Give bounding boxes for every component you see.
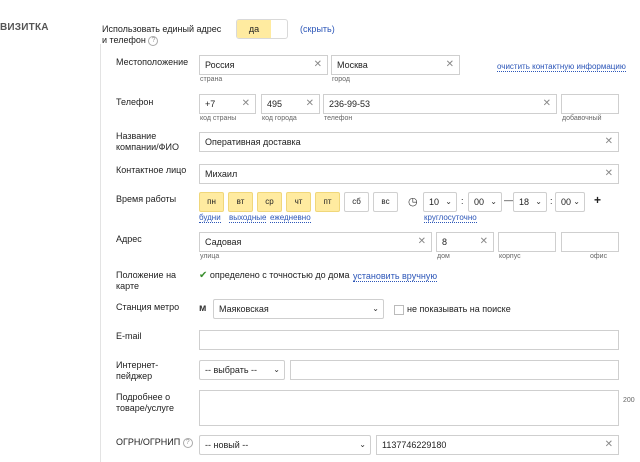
email-field[interactable] (199, 330, 619, 350)
metro-select[interactable]: Маяковская ⌄ (213, 299, 384, 319)
extension-caption: добавочный (562, 115, 602, 122)
extension-field[interactable] (561, 94, 619, 114)
city-field[interactable]: Москва ✕ (331, 55, 460, 75)
hide-link[interactable]: (скрыть) (300, 24, 335, 34)
day-tue-button[interactable]: вт (228, 192, 253, 212)
day-fri-button[interactable]: пт (315, 192, 340, 212)
contact-label: Контактное лицо (116, 165, 187, 175)
hours-label: Время работы (116, 194, 177, 204)
help-icon[interactable]: ? (148, 35, 159, 46)
country-code-field[interactable]: +7 ✕ (199, 94, 256, 114)
map-position-label: Положение на карте (116, 270, 177, 291)
from-hour-select[interactable]: 10 ⌄ (423, 192, 457, 212)
phone-number-caption: телефон (324, 115, 353, 122)
metro-label: Станция метро (116, 302, 180, 312)
ogrn-field[interactable]: 1137746229180 ✕ (376, 435, 619, 455)
company-field[interactable]: Оперативная доставка ✕ (199, 132, 619, 152)
email-label: E-mail (116, 331, 142, 341)
section-divider (100, 44, 101, 462)
details-textarea[interactable] (199, 390, 619, 426)
time-separator: : (461, 196, 464, 206)
set-manually-link[interactable]: установить вручную (353, 271, 438, 282)
building-field[interactable] (498, 232, 556, 252)
details-char-counter: 200 (623, 397, 635, 404)
contact-field[interactable]: Михаил ✕ (199, 164, 619, 184)
building-caption: корпус (499, 253, 521, 260)
messenger-type-select[interactable]: -- выбрать -- ⌄ (199, 360, 285, 380)
clear-icon[interactable]: ✕ (314, 56, 322, 74)
city-caption: город (332, 76, 351, 83)
preset-weekdays-link[interactable]: будни (199, 213, 221, 223)
clear-icon[interactable]: ✕ (543, 95, 551, 113)
clear-icon[interactable]: ✕ (605, 436, 613, 454)
single-address-toggle[interactable]: да (236, 19, 288, 39)
preset-weekends-link[interactable]: выходные (229, 213, 267, 223)
city-code-field[interactable]: 495 ✕ (261, 94, 320, 114)
phone-number-field[interactable]: 236-99-53 ✕ (323, 94, 557, 114)
metro-icon: ᴍ (199, 303, 207, 314)
clear-icon[interactable]: ✕ (242, 95, 250, 113)
country-field[interactable]: Россия ✕ (199, 55, 328, 75)
clear-icon[interactable]: ✕ (480, 233, 488, 251)
chevron-down-icon: ⌄ (490, 197, 497, 206)
address-label: Адрес (116, 234, 142, 244)
chevron-down-icon: ⌄ (573, 197, 580, 206)
messenger-label: Интернет-пейджер (116, 360, 159, 381)
house-caption: дом (437, 253, 450, 260)
clear-contacts-link[interactable]: очистить контактную информацию (497, 62, 626, 72)
clear-icon[interactable]: ✕ (605, 133, 613, 151)
house-field[interactable]: 8 ✕ (436, 232, 494, 252)
details-label: Подробнее о товаре/услуге (116, 392, 174, 413)
preset-daily-link[interactable]: ежедневно (270, 213, 311, 223)
chevron-down-icon: ⌄ (535, 197, 542, 206)
checkmark-icon: ✔ (199, 270, 208, 281)
day-sun-button[interactable]: вс (373, 192, 398, 212)
around-clock-link[interactable]: круглосуточно (424, 213, 477, 223)
day-wed-button[interactable]: ср (257, 192, 282, 212)
ogrn-select[interactable]: -- новый -- ⌄ (199, 435, 371, 455)
country-code-caption: код страны (200, 115, 237, 122)
section-title: ВИЗИТКА (0, 22, 49, 33)
city-code-caption: код города (262, 115, 297, 122)
clock-icon: ◷ (408, 196, 418, 208)
location-label: Местоположение (116, 57, 189, 67)
messenger-field[interactable] (290, 360, 619, 380)
time-separator: : (550, 196, 553, 206)
day-sat-button[interactable]: сб (344, 192, 369, 212)
help-icon[interactable]: ? (182, 437, 193, 448)
office-field[interactable] (561, 232, 619, 252)
from-min-select[interactable]: 00 ⌄ (468, 192, 502, 212)
street-field[interactable]: Садовая ✕ (199, 232, 432, 252)
clear-icon[interactable]: ✕ (446, 56, 454, 74)
to-hour-select[interactable]: 18 ⌄ (513, 192, 547, 212)
hide-in-search-checkbox[interactable] (394, 305, 404, 315)
clear-icon[interactable]: ✕ (418, 233, 426, 251)
add-hours-button[interactable]: + (594, 193, 601, 207)
country-caption: страна (200, 76, 223, 83)
company-label: Название компании/ФИО (116, 131, 179, 152)
chevron-down-icon: ⌄ (445, 197, 452, 206)
hide-in-search-label: не показывать на поиске (407, 304, 511, 314)
single-address-label: Использовать единый адрес и телефон ? (102, 24, 222, 46)
to-min-select[interactable]: 00 ⌄ (555, 192, 585, 212)
day-thu-button[interactable]: чт (286, 192, 311, 212)
clear-icon[interactable]: ✕ (306, 95, 314, 113)
office-caption: офис (590, 253, 608, 260)
ogrn-label: ОГРН/ОГРНИП ? (116, 437, 193, 448)
clear-icon[interactable]: ✕ (605, 165, 613, 183)
phone-label: Телефон (116, 97, 154, 107)
chevron-down-icon: ⌄ (359, 440, 366, 449)
time-range-dash: — (504, 195, 513, 205)
street-caption: улица (200, 253, 220, 260)
map-position-status: ✔ определено с точностью до дома (199, 270, 350, 281)
chevron-down-icon: ⌄ (273, 365, 280, 374)
chevron-down-icon: ⌄ (372, 304, 379, 313)
day-mon-button[interactable]: пн (199, 192, 224, 212)
